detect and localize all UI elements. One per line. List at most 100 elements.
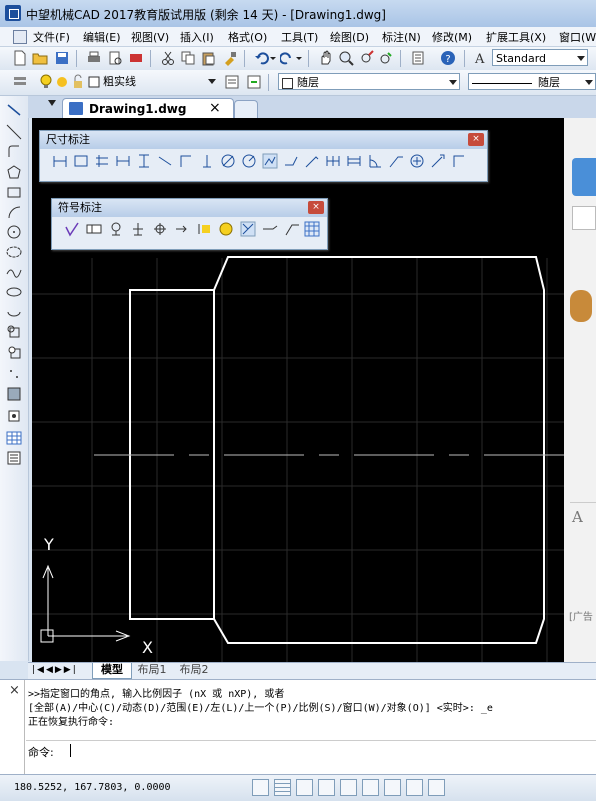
otrack-toggle-icon[interactable] — [362, 779, 379, 796]
continue-dimension-icon[interactable] — [199, 153, 215, 169]
table-icon[interactable] — [6, 430, 22, 446]
polyline-icon[interactable] — [6, 144, 22, 160]
weld-symbol-icon[interactable] — [152, 221, 168, 237]
spline-icon[interactable] — [6, 264, 22, 280]
new-tab-button[interactable] — [234, 100, 258, 118]
polar-toggle-icon[interactable] — [318, 779, 335, 796]
lineweight-toggle-icon[interactable] — [406, 779, 423, 796]
section-symbol-icon[interactable] — [240, 221, 256, 237]
menu-view[interactable]: 视图(V) — [131, 29, 169, 45]
balloon-icon[interactable] — [218, 221, 234, 237]
taper-symbol-icon[interactable] — [196, 221, 212, 237]
symbol-toolbar-titlebar[interactable]: 符号标注 × — [52, 199, 327, 217]
zoom-window-icon[interactable] — [358, 50, 374, 66]
layer-lock-icon[interactable] — [70, 74, 86, 90]
line-icon[interactable] — [6, 102, 22, 118]
ortho-toggle-icon[interactable] — [296, 779, 313, 796]
symbol-toolbar-close-icon[interactable]: × — [308, 201, 324, 214]
print-icon[interactable] — [86, 50, 102, 66]
dynamic-ucs-toggle-icon[interactable] — [384, 779, 401, 796]
jogged-dimension-icon[interactable] — [262, 153, 278, 169]
menu-tools[interactable]: 工具(T) — [281, 29, 318, 45]
ellipse-icon[interactable] — [6, 284, 22, 300]
paste-icon[interactable] — [200, 50, 216, 66]
menu-modify[interactable]: 修改(M) — [432, 29, 472, 45]
leader-note-icon[interactable] — [284, 221, 300, 237]
osnap-toggle-icon[interactable] — [340, 779, 357, 796]
linetype-combo[interactable]: 随层 — [468, 73, 596, 90]
slope-symbol-icon[interactable] — [262, 221, 278, 237]
new-file-icon[interactable] — [12, 50, 28, 66]
menu-format[interactable]: 格式(O) — [228, 29, 267, 45]
color-combo[interactable]: 随层 — [278, 73, 460, 90]
layout-nav-arrows-icon[interactable]: |◀◀▶▶| — [32, 665, 78, 675]
document-icon[interactable] — [13, 30, 27, 44]
zoom-previous-icon[interactable] — [378, 50, 394, 66]
layer-combo[interactable]: 粗实线 — [100, 73, 218, 90]
multiline-text-icon[interactable] — [6, 450, 22, 466]
menu-window[interactable]: 窗口(W — [559, 29, 596, 45]
text-style-combo[interactable]: Standard — [492, 49, 588, 66]
mascot-icon[interactable] — [570, 290, 592, 322]
oblique-dimension-icon[interactable] — [388, 153, 404, 169]
revision-cloud-icon[interactable] — [6, 244, 22, 260]
circle-icon[interactable] — [6, 224, 22, 240]
radius-dimension-icon[interactable] — [241, 153, 257, 169]
print-preview-icon[interactable] — [107, 50, 123, 66]
tab-close-icon[interactable]: × — [209, 100, 221, 116]
copy-icon[interactable] — [180, 50, 196, 66]
help-icon[interactable]: ? — [440, 50, 456, 66]
command-input[interactable]: 命令: — [26, 741, 596, 761]
region-icon[interactable] — [6, 408, 22, 424]
user-avatar-icon[interactable] — [572, 158, 596, 196]
rotated-dimension-icon[interactable] — [157, 153, 173, 169]
leader-icon[interactable] — [304, 153, 320, 169]
symbol-library-icon[interactable] — [304, 221, 320, 237]
undo-icon[interactable] — [254, 50, 276, 66]
menu-draw[interactable]: 绘图(D) — [330, 29, 369, 45]
datum-target-icon[interactable] — [130, 221, 146, 237]
layer-on-bulb-icon[interactable] — [38, 74, 54, 90]
vertical-dimension-icon[interactable] — [136, 153, 152, 169]
dimension-toolbar-titlebar[interactable]: 尺寸标注 × — [40, 131, 487, 149]
menu-insert[interactable]: 插入(I) — [180, 29, 214, 45]
arc-icon[interactable] — [6, 204, 22, 220]
menu-dimension[interactable]: 标注(N) — [382, 29, 421, 45]
open-folder-icon[interactable] — [32, 50, 48, 66]
make-object-layer-current-icon[interactable] — [224, 74, 240, 90]
hatch-icon[interactable] — [6, 386, 22, 402]
chat-icon[interactable] — [572, 206, 596, 230]
match-properties-icon[interactable] — [222, 50, 238, 66]
construction-line-icon[interactable] — [6, 124, 22, 140]
layer-freeze-sun-icon[interactable] — [54, 74, 70, 90]
menu-file[interactable]: 文件(F) — [33, 29, 70, 45]
redo-icon[interactable] — [280, 50, 302, 66]
layer-manager-icon[interactable] — [12, 74, 28, 90]
snap-toggle-icon[interactable] — [252, 779, 269, 796]
grid-toggle-icon[interactable] — [274, 779, 291, 796]
view-arrow-icon[interactable] — [174, 221, 190, 237]
center-mark-icon[interactable] — [409, 153, 425, 169]
text-style-icon[interactable]: A — [472, 50, 488, 66]
insert-block-icon[interactable] — [6, 324, 22, 340]
tab-layout1[interactable]: 布局1 — [132, 663, 172, 678]
make-block-icon[interactable] — [6, 344, 22, 360]
cut-icon[interactable] — [160, 50, 176, 66]
zoom-realtime-icon[interactable] — [338, 50, 354, 66]
angular-dimension-icon[interactable] — [367, 153, 383, 169]
quick-properties-toggle-icon[interactable] — [428, 779, 445, 796]
diameter-dimension-icon[interactable] — [220, 153, 236, 169]
layer-previous-icon[interactable] — [246, 74, 262, 90]
tab-layout2[interactable]: 布局2 — [174, 663, 214, 678]
ordinate-dimension-icon[interactable] — [178, 153, 194, 169]
tab-list-dropdown-icon[interactable] — [48, 100, 56, 106]
menu-edit[interactable]: 编辑(E) — [83, 29, 121, 45]
save-icon[interactable] — [54, 50, 70, 66]
publish-icon[interactable] — [128, 50, 144, 66]
tolerance-icon[interactable] — [430, 153, 446, 169]
tab-model[interactable]: 模型 — [92, 663, 132, 679]
dimension-toolbar-close-icon[interactable]: × — [468, 133, 484, 146]
dimension-edit-icon[interactable] — [451, 153, 467, 169]
ellipse-arc-icon[interactable] — [6, 304, 22, 320]
pan-hand-icon[interactable] — [318, 50, 334, 66]
